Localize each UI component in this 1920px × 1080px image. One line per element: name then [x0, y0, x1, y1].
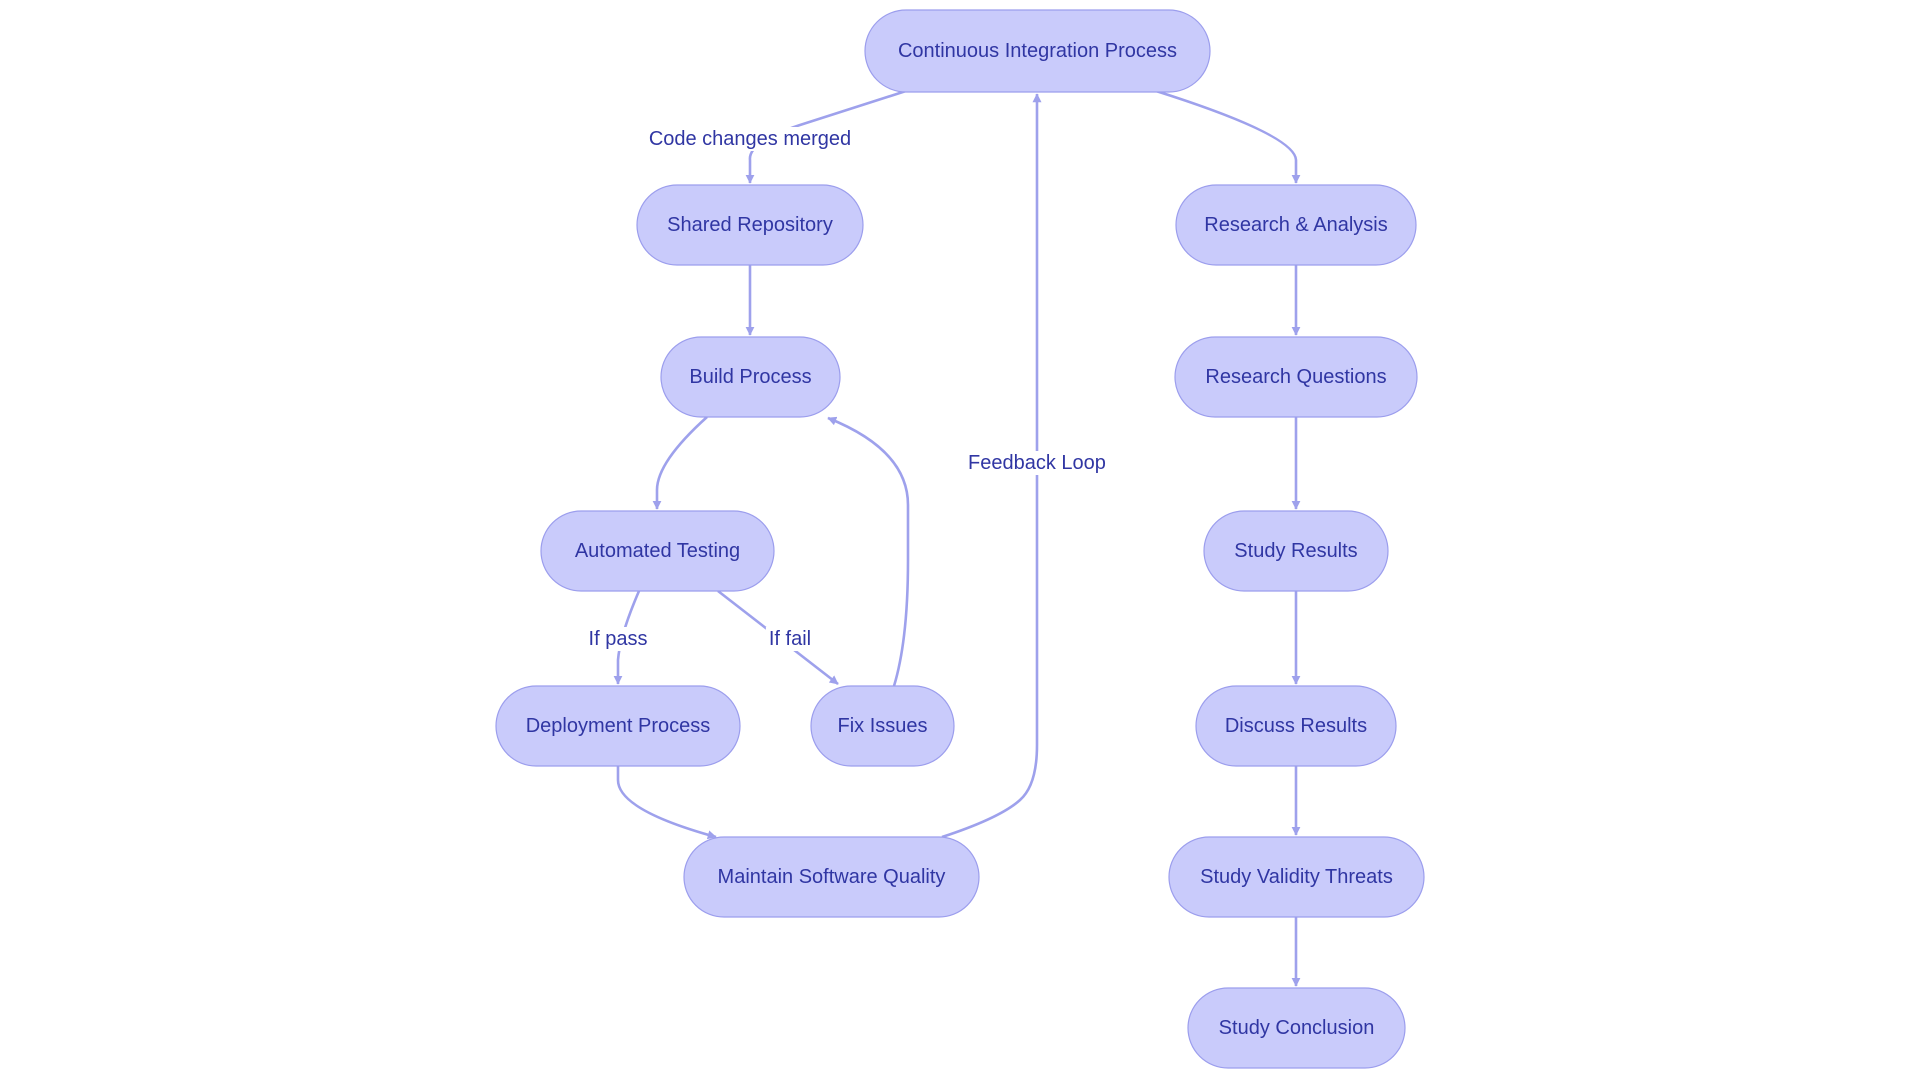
edge-deploy-to-quality — [616, 766, 717, 840]
node-label: Build Process — [689, 366, 811, 388]
edge-build-to-test — [652, 416, 708, 510]
edge-label-ci-to-repo: Code changes merged — [645, 127, 855, 151]
node-ci[interactable]: Continuous Integration Process — [864, 9, 1211, 93]
node-threats[interactable]: Study Validity Threats — [1168, 836, 1425, 918]
flowchart-canvas: Code changes merged If pass If fail Feedbac… — [495, 9, 1425, 1069]
node-label: Study Conclusion — [1219, 1017, 1375, 1039]
node-research[interactable]: Research & Analysis — [1175, 184, 1417, 266]
node-label: Automated Testing — [575, 540, 740, 562]
node-repo[interactable]: Shared Repository — [636, 184, 864, 266]
node-conclusion[interactable]: Study Conclusion — [1187, 987, 1406, 1069]
node-questions[interactable]: Research Questions — [1174, 336, 1418, 418]
edge-label-quality-to-ci: Feedback Loop — [965, 451, 1109, 475]
node-quality[interactable]: Maintain Software Quality — [683, 836, 980, 918]
edge-label-text: If pass — [589, 628, 648, 650]
edge-fix-to-build — [827, 416, 910, 687]
node-label: Continuous Integration Process — [898, 40, 1177, 62]
node-label: Research Questions — [1205, 366, 1386, 388]
edge-label-text: Feedback Loop — [968, 452, 1106, 474]
edge-label-test-to-deploy: If pass — [585, 627, 651, 651]
edge-label-test-to-fix: If fail — [765, 627, 815, 651]
edge-label-text: If fail — [769, 628, 811, 650]
node-label: Study Validity Threats — [1200, 866, 1393, 888]
node-test[interactable]: Automated Testing — [540, 510, 775, 592]
edge-ci-to-research — [1155, 89, 1301, 184]
node-label: Fix Issues — [837, 715, 927, 737]
nodes-layer: Continuous Integration Process Shared Rep… — [495, 9, 1425, 1069]
node-deploy[interactable]: Deployment Process — [495, 685, 741, 767]
node-label: Maintain Software Quality — [718, 866, 946, 888]
node-discuss[interactable]: Discuss Results — [1195, 685, 1397, 767]
node-results[interactable]: Study Results — [1203, 510, 1389, 592]
node-label: Research & Analysis — [1204, 214, 1387, 236]
edge-label-text: Code changes merged — [649, 128, 851, 150]
node-build[interactable]: Build Process — [660, 336, 841, 418]
node-label: Shared Repository — [667, 214, 833, 236]
node-fix[interactable]: Fix Issues — [810, 685, 955, 767]
node-label: Study Results — [1234, 540, 1357, 562]
node-label: Discuss Results — [1225, 715, 1367, 737]
node-label: Deployment Process — [526, 715, 711, 737]
